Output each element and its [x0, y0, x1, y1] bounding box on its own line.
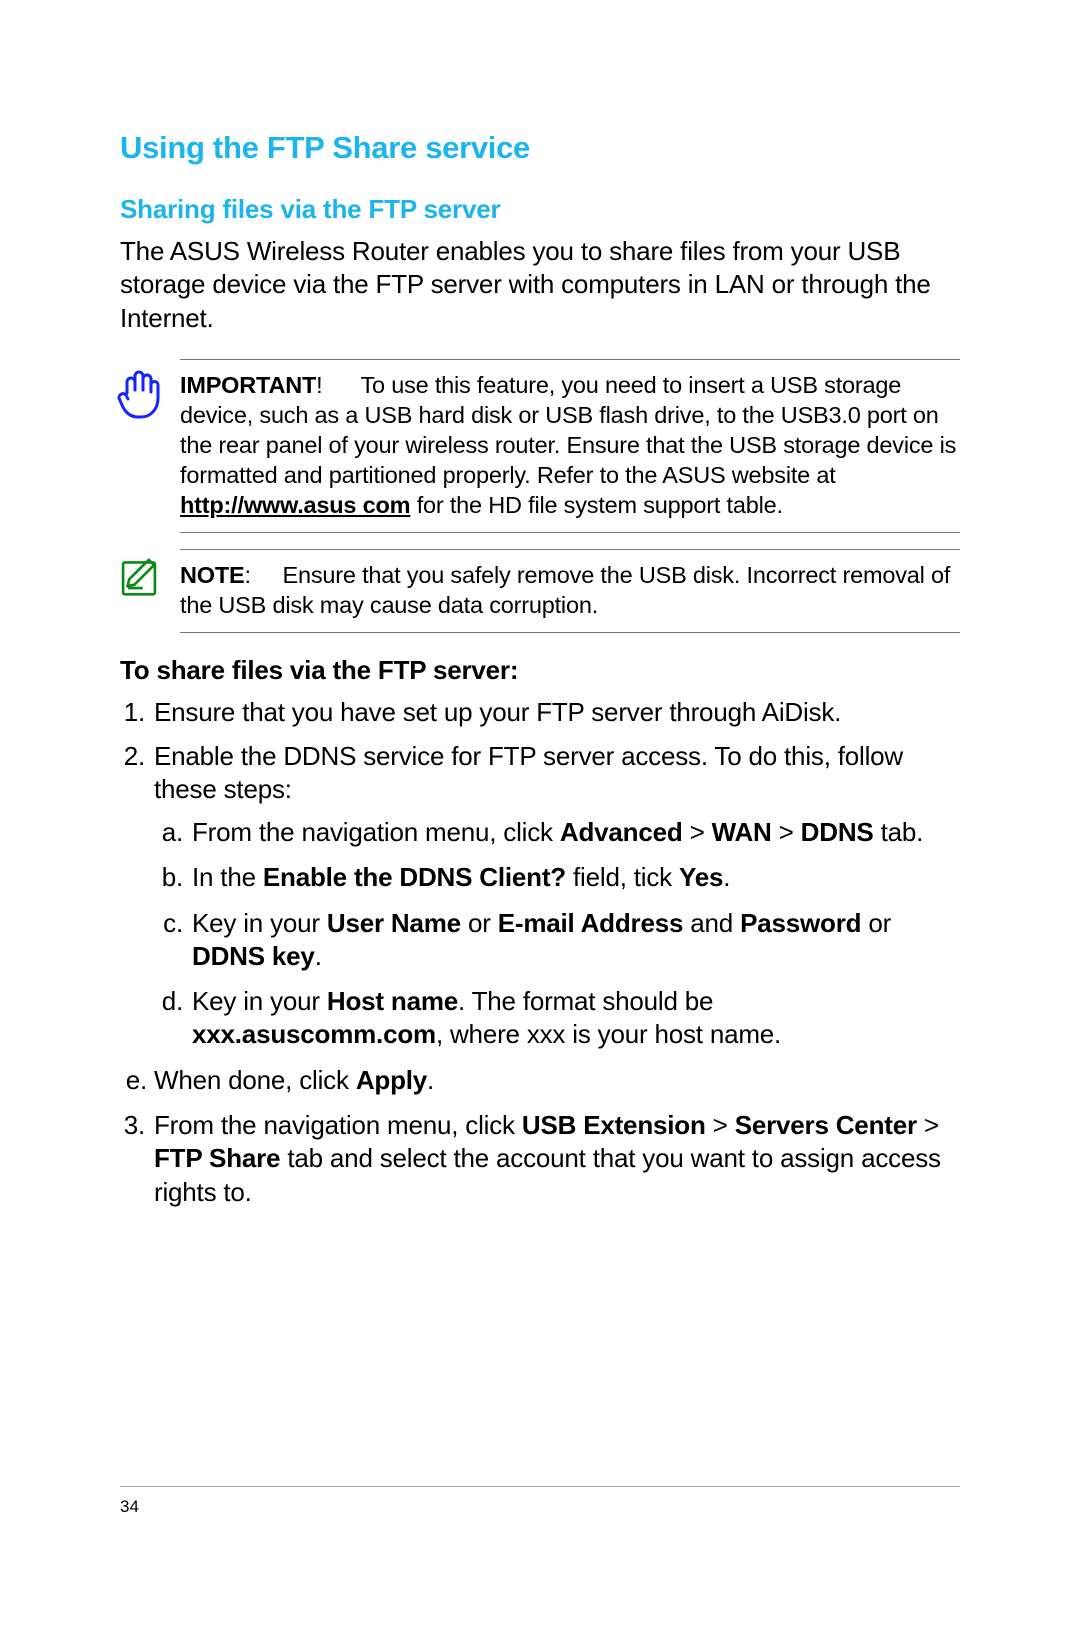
bold: Apply	[356, 1065, 427, 1095]
steps-list: Ensure that you have set up your FTP ser…	[120, 696, 960, 1208]
text: .	[427, 1065, 434, 1095]
note-colon: :	[244, 562, 250, 588]
text: or	[461, 908, 498, 938]
bold: WAN	[712, 817, 772, 847]
text: .	[315, 941, 322, 971]
text: >	[706, 1110, 735, 1140]
note-text: Ensure that you safely remove the USB di…	[180, 562, 950, 618]
subsection-heading: Sharing files via the FTP server	[120, 194, 960, 225]
text: >	[772, 817, 801, 847]
step-2d: Key in your Host name. The format should…	[190, 985, 960, 1052]
text: Key in your	[192, 986, 327, 1016]
step-2c: Key in your User Name or E-mail Address …	[190, 907, 960, 974]
step-2: Enable the DDNS service for FTP server a…	[152, 740, 960, 1097]
text: Key in your	[192, 908, 327, 938]
text: and	[683, 908, 740, 938]
bold: E-mail Address	[498, 908, 684, 938]
footer-rule	[120, 1486, 960, 1487]
bold: Password	[740, 908, 861, 938]
bold: Servers Center	[735, 1110, 917, 1140]
text: From the navigation menu, click	[154, 1110, 522, 1140]
text: or	[861, 908, 891, 938]
bold: User Name	[327, 908, 461, 938]
important-label: IMPORTANT	[180, 372, 316, 398]
step-2b: In the Enable the DDNS Client? field, ti…	[190, 861, 960, 894]
text: , where xxx is your host name.	[436, 1019, 781, 1049]
step-3: From the navigation menu, click USB Exte…	[152, 1109, 960, 1209]
important-bang: !	[316, 372, 322, 398]
page-number: 34	[120, 1497, 139, 1517]
intro-paragraph: The ASUS Wireless Router enables you to …	[120, 235, 960, 335]
note-callout: NOTE: Ensure that you safely remove the …	[180, 549, 960, 633]
steps-heading: To share files via the FTP server:	[120, 655, 960, 686]
bold: FTP Share	[154, 1143, 280, 1173]
step-1-text: Ensure that you have set up your FTP ser…	[154, 697, 841, 727]
text: . The format should be	[458, 986, 713, 1016]
note-pencil-icon	[116, 558, 162, 610]
bold: USB Extension	[522, 1110, 706, 1140]
text: .	[723, 862, 730, 892]
text: When done, click	[154, 1065, 356, 1095]
text: >	[683, 817, 712, 847]
step-2-lead: Enable the DDNS service for FTP server a…	[154, 741, 903, 804]
important-text-2: for the HD file system support table.	[410, 492, 782, 518]
bold: DDNS	[801, 817, 874, 847]
bold: Host name	[327, 986, 458, 1016]
hand-stop-icon	[116, 368, 162, 420]
text: From the navigation menu, click	[192, 817, 560, 847]
step-2-sublist: From the navigation menu, click Advanced…	[154, 816, 960, 1097]
text: In the	[192, 862, 263, 892]
step-1: Ensure that you have set up your FTP ser…	[152, 696, 960, 729]
section-heading: Using the FTP Share service	[120, 130, 960, 166]
text: tab.	[874, 817, 924, 847]
page-content: Using the FTP Share service Sharing file…	[120, 130, 960, 1219]
step-2e: When done, click Apply.	[154, 1064, 960, 1097]
important-link[interactable]: http://www.asus com	[180, 492, 410, 518]
step-2a: From the navigation menu, click Advanced…	[190, 816, 960, 849]
important-callout: IMPORTANT! To use this feature, you need…	[180, 359, 960, 533]
bold: xxx.asuscomm.com	[192, 1019, 436, 1049]
bold: Advanced	[560, 817, 683, 847]
note-label: NOTE	[180, 562, 244, 588]
text: >	[917, 1110, 939, 1140]
bold: Enable the DDNS Client?	[263, 862, 566, 892]
bold: DDNS key	[192, 941, 315, 971]
text: field, tick	[566, 862, 679, 892]
bold: Yes	[679, 862, 723, 892]
